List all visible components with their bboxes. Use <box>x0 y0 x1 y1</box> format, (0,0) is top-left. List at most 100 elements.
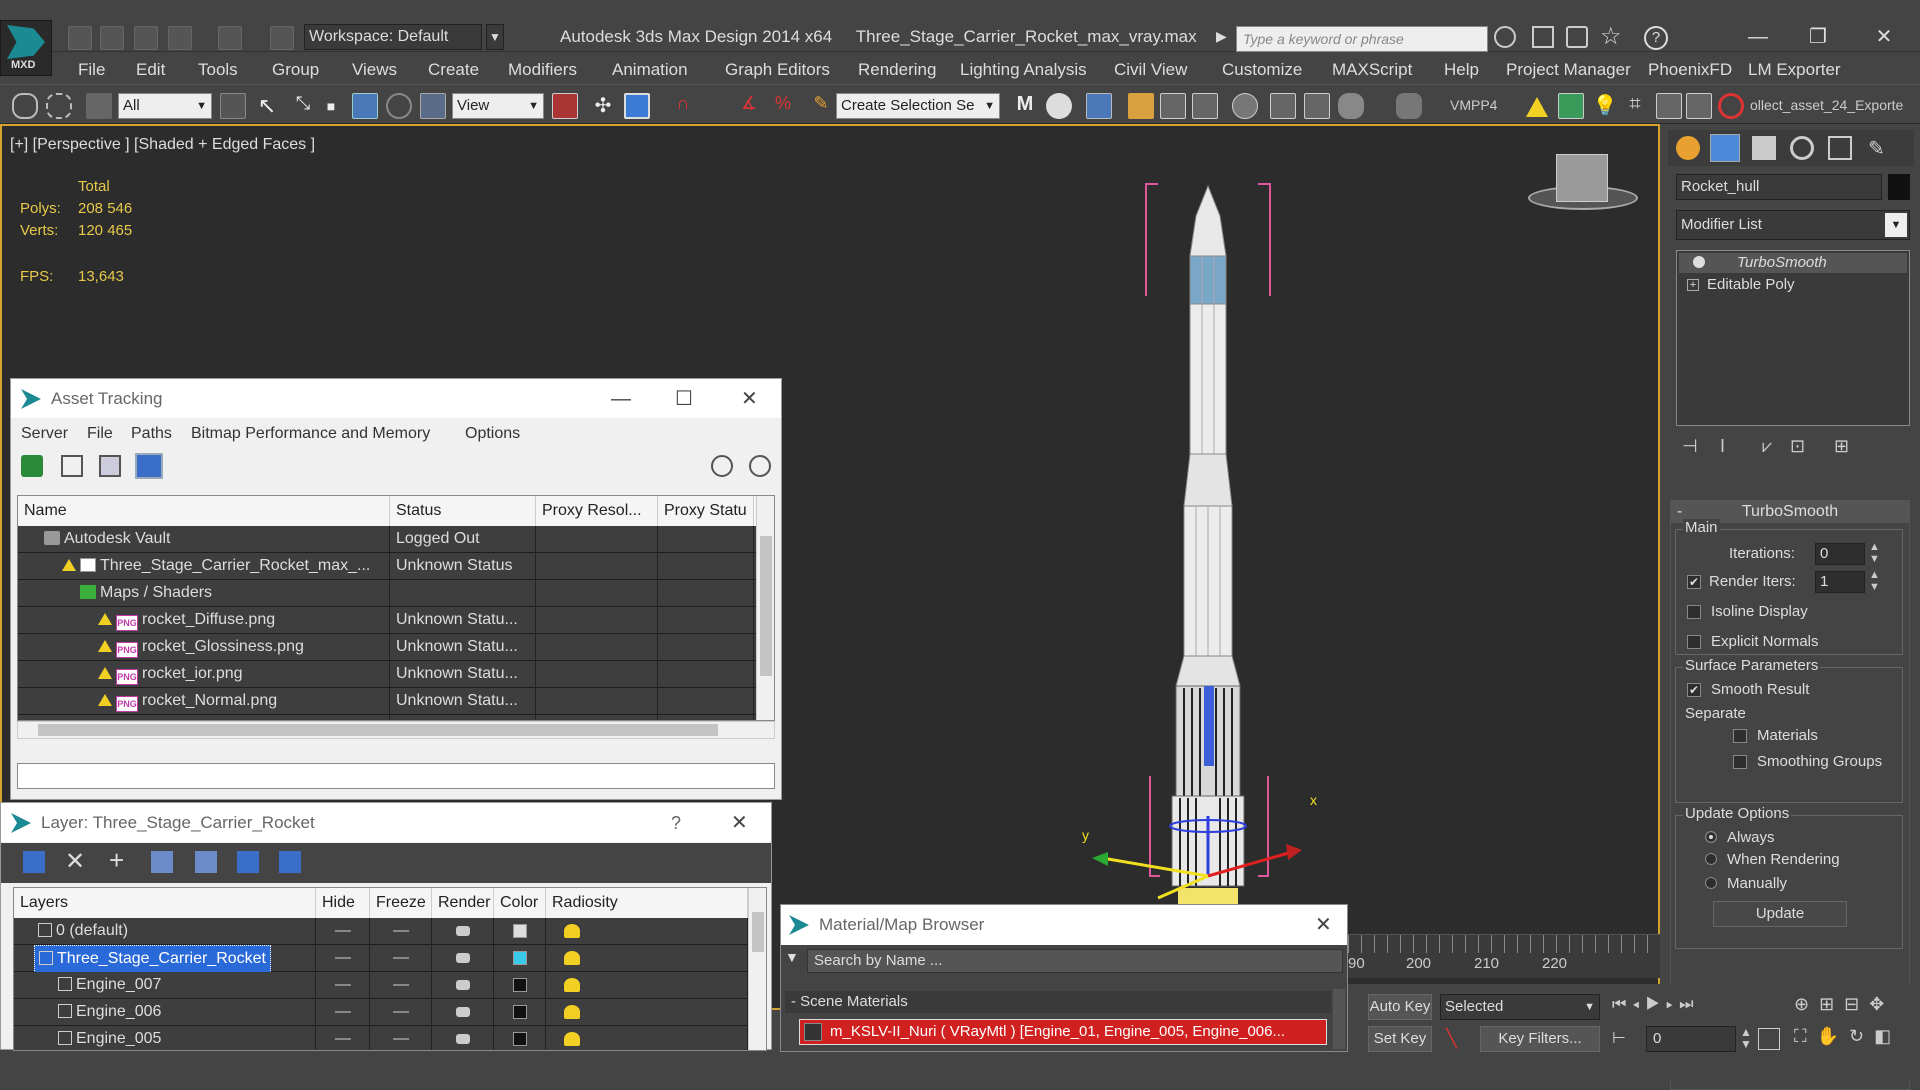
key-mode-select[interactable]: Selected ▼ <box>1440 994 1600 1020</box>
configure-sets-icon[interactable]: ⊞ <box>1834 436 1849 457</box>
vray-icon[interactable] <box>1396 93 1422 119</box>
modifier-stack[interactable]: TurboSmooth Editable Poly + <box>1676 250 1910 426</box>
asset-tracking-titlebar[interactable]: Asset Tracking — ☐ ✕ <box>11 379 781 419</box>
layer-radiosity-cell[interactable] <box>546 972 748 999</box>
spinner-arrows-icon[interactable]: ▲ ▼ <box>1869 541 1880 565</box>
named-selection-select[interactable]: Create Selection Se ▼ <box>836 93 1000 119</box>
key-filters-button[interactable]: Key Filters... <box>1480 1026 1600 1052</box>
rocket-model[interactable]: y <box>1062 176 1302 996</box>
menu-maxscript[interactable]: MAXScript <box>1332 60 1412 80</box>
layer-hide-cell[interactable] <box>316 972 370 999</box>
column-proxy-resolution[interactable]: Proxy Resol... <box>536 496 658 526</box>
column-hide[interactable]: Hide <box>316 888 370 918</box>
material-search-input[interactable]: Search by Name ... <box>807 949 1343 973</box>
viewport-nav-icons[interactable]: ⊕⊞⊟✥ <box>1794 994 1894 1015</box>
select-object-icon[interactable] <box>220 93 246 119</box>
menu-civil-view[interactable]: Civil View <box>1114 60 1187 80</box>
scroll-thumb[interactable] <box>38 724 718 736</box>
select-by-name-icon[interactable]: ⤡ <box>290 93 316 119</box>
table-view-icon[interactable] <box>135 453 163 479</box>
close-icon[interactable]: ✕ <box>731 803 748 843</box>
rotate-icon[interactable] <box>386 93 412 119</box>
layer-freeze-cell[interactable] <box>370 918 432 945</box>
layer-manager-icon[interactable] <box>1086 93 1112 119</box>
render-production-icon[interactable] <box>1338 93 1364 119</box>
menu-phoenixfd[interactable]: PhoenixFD <box>1648 60 1732 80</box>
column-proxy-status[interactable]: Proxy Statu <box>658 496 754 526</box>
delete-layer-icon[interactable]: ✕ <box>65 847 85 876</box>
smooth-result-checkbox[interactable]: ✔ <box>1687 683 1701 697</box>
vmpp-label[interactable]: VMPP4 <box>1450 97 1497 113</box>
column-layers[interactable]: Layers <box>14 888 316 918</box>
menu-help[interactable]: Help <box>1444 60 1479 80</box>
favorites-star-icon[interactable]: ☆ <box>1600 22 1622 51</box>
minimize-icon[interactable]: — <box>1736 22 1780 52</box>
browser-options-icon[interactable]: ▼ <box>785 949 803 971</box>
crop-icon[interactable]: ⌗ <box>1622 93 1648 119</box>
menu-bitmap-performance[interactable]: Bitmap Performance and Memory <box>191 425 430 443</box>
warning-icon[interactable] <box>1526 97 1548 117</box>
menu-create[interactable]: Create <box>428 60 479 80</box>
communication-icon[interactable] <box>1566 26 1588 48</box>
menu-animation[interactable]: Animation <box>612 60 688 80</box>
search-arrow-icon[interactable]: ▶ <box>1216 28 1227 45</box>
time-config-icon[interactable] <box>1758 1028 1780 1050</box>
asset-row[interactable]: PNG rocket_Diffuse.png Unknown Statu... <box>18 607 774 634</box>
detail-view-icon[interactable] <box>99 455 121 477</box>
maximize-icon[interactable]: ☐ <box>675 379 693 419</box>
auto-key-button[interactable]: Auto Key <box>1368 994 1432 1020</box>
collect-asset-label[interactable]: ollect_asset_24_Exporte <box>1750 97 1903 113</box>
close-icon[interactable]: ✕ <box>741 379 758 419</box>
menu-options[interactable]: Options <box>465 425 520 443</box>
horizontal-scrollbar[interactable] <box>17 721 775 739</box>
material-item[interactable]: m_KSLV-II_Nuri ( VRayMtl ) [Engine_01, E… <box>799 1019 1327 1045</box>
layer-row[interactable]: Three_Stage_Carrier_Rocket <box>14 945 766 972</box>
project-folder-icon[interactable] <box>270 26 294 50</box>
layer-radiosity-cell[interactable] <box>546 945 748 972</box>
material-editor-icon[interactable] <box>1232 93 1258 119</box>
menu-file[interactable]: File <box>87 425 113 443</box>
layer-render-cell[interactable] <box>432 918 494 945</box>
menu-tools[interactable]: Tools <box>198 60 238 80</box>
minimize-icon[interactable]: — <box>611 379 631 419</box>
keyboard-shortcut-icon[interactable] <box>624 93 650 119</box>
vertical-scrollbar[interactable] <box>748 888 766 1050</box>
light-lister-icon[interactable]: 💡 <box>1592 93 1618 119</box>
menu-graph-editors[interactable]: Graph Editors <box>725 60 830 80</box>
subscription-icon[interactable] <box>1532 26 1554 48</box>
help-icon[interactable]: ? <box>1644 26 1668 50</box>
reference-coord-select[interactable]: View ▼ <box>452 93 544 119</box>
asset-row[interactable]: PNG rocket_Glossiness.png Unknown Statu... <box>18 634 774 661</box>
layer-hide-cell[interactable] <box>316 999 370 1026</box>
mirror-icon[interactable]: M <box>1012 93 1038 119</box>
move-icon[interactable] <box>352 93 378 119</box>
add-to-layer-icon[interactable]: + <box>109 845 124 876</box>
save-icon[interactable] <box>134 26 158 50</box>
object-color-swatch[interactable] <box>1888 174 1910 200</box>
angle-snap-icon[interactable]: ∡ <box>736 93 762 119</box>
asset-row[interactable]: PNG rocket_Normal.png Unknown Statu... <box>18 688 774 715</box>
separate-materials-checkbox[interactable] <box>1733 729 1747 743</box>
schematic-view-icon[interactable] <box>1192 93 1218 119</box>
layer-color-cell[interactable] <box>494 918 546 945</box>
column-radiosity[interactable]: Radiosity <box>546 888 748 918</box>
layer-freeze-cell[interactable] <box>370 999 432 1026</box>
curve-editor-icon[interactable] <box>1160 93 1186 119</box>
asset-path-field[interactable] <box>17 763 775 789</box>
asset-row[interactable]: Maps / Shaders <box>18 580 774 607</box>
asset-row[interactable]: PNG rocket_ior.png Unknown Statu... <box>18 661 774 688</box>
menu-group[interactable]: Group <box>272 60 319 80</box>
snap-toggle-icon[interactable]: ∩ <box>670 93 696 119</box>
list-view-icon[interactable] <box>61 455 83 477</box>
select-manipulate-icon[interactable]: ✣ <box>590 93 616 119</box>
pivot-center-icon[interactable] <box>552 93 578 119</box>
pin-stack-icon[interactable]: ⊣ <box>1682 436 1698 457</box>
link-icon[interactable] <box>12 93 38 119</box>
search-input[interactable]: Type a keyword or phrase <box>1236 26 1488 52</box>
percent-snap-icon[interactable]: % <box>770 93 796 119</box>
asset-row[interactable]: Three_Stage_Carrier_Rocket_max_... Unknow… <box>18 553 774 580</box>
update-manually-radio[interactable] <box>1705 877 1717 889</box>
layer-render-cell[interactable] <box>432 972 494 999</box>
viewport-nav-icons-2[interactable]: ⛶✋↻◧ <box>1794 1026 1901 1047</box>
hierarchy-tab-icon[interactable] <box>1752 136 1776 160</box>
